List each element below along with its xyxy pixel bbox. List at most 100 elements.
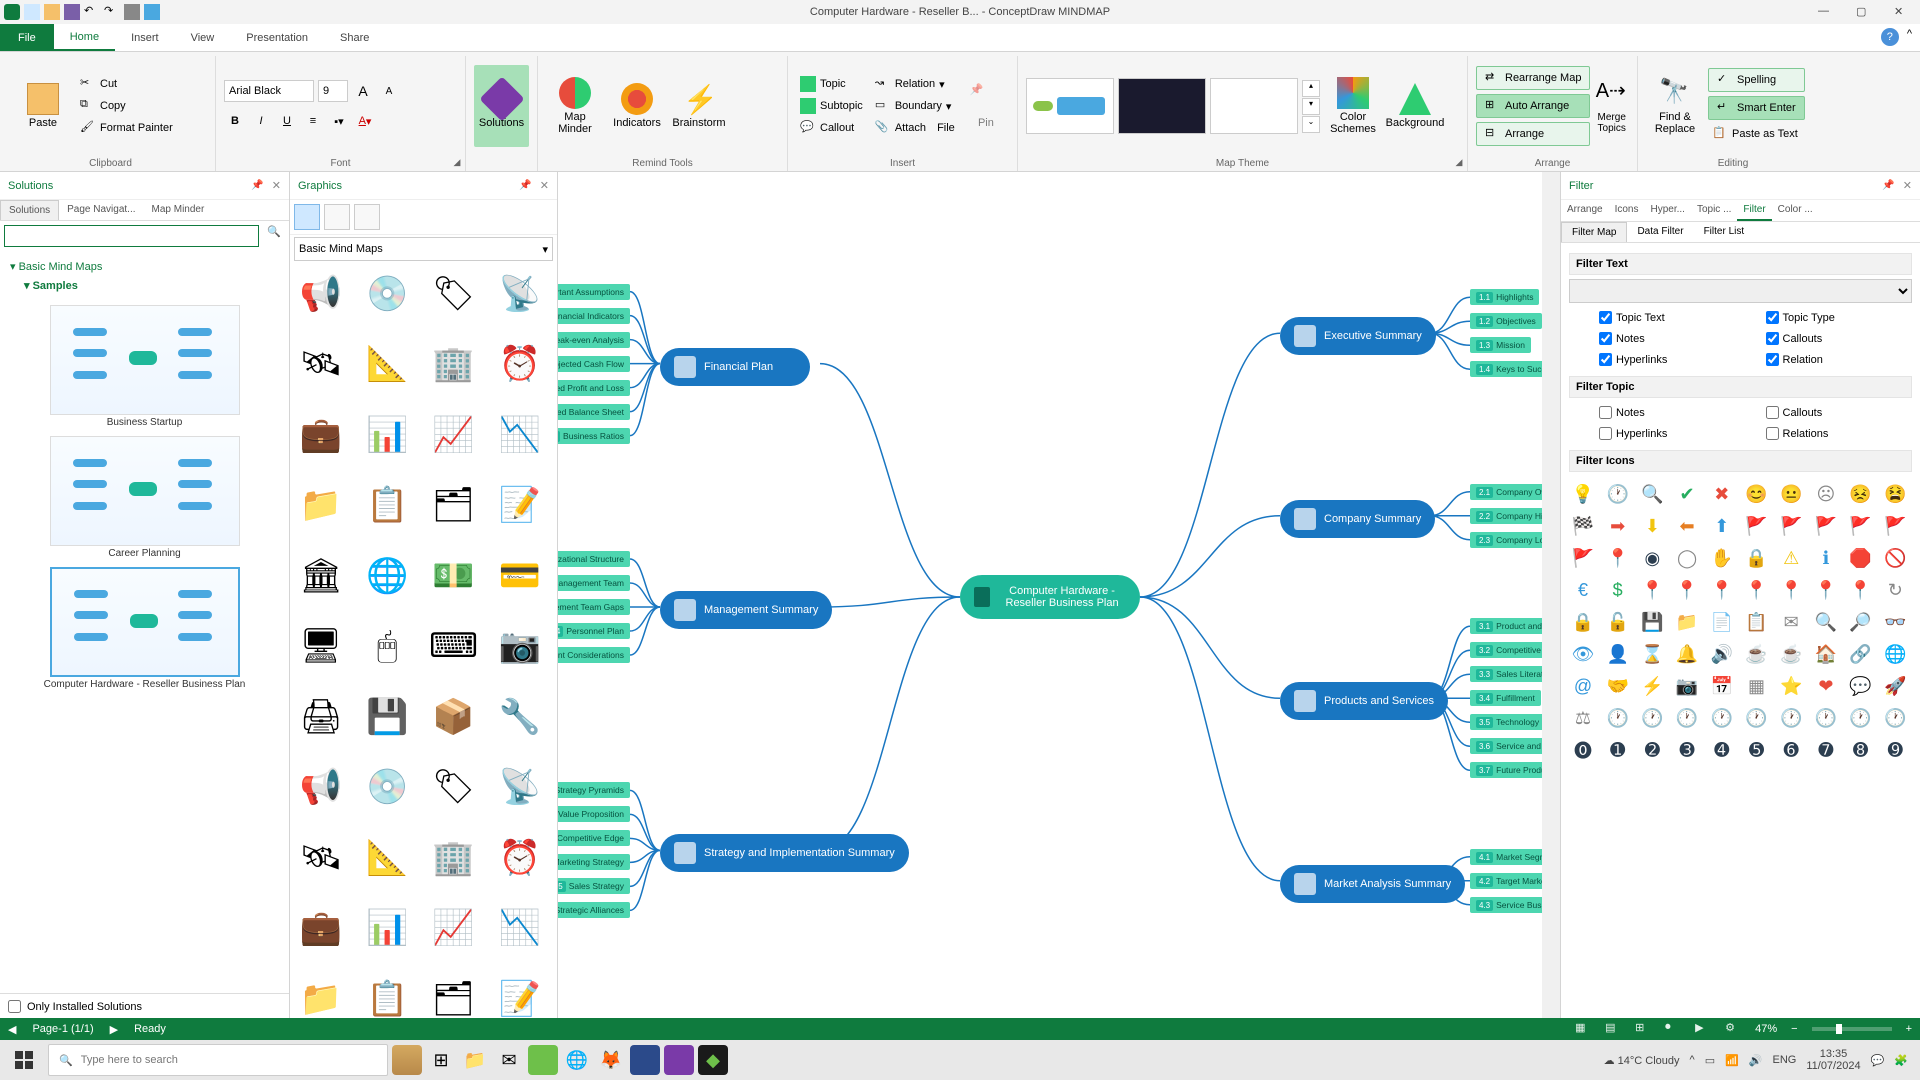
map-main-node[interactable]: Market Analysis Summary — [1280, 865, 1465, 903]
paste-as-text-button[interactable]: 📋Paste as Text — [1708, 124, 1805, 144]
view-mode-icon[interactable]: ▤ — [1605, 1021, 1621, 1037]
filter-icon-item[interactable]: 🕐 — [1604, 704, 1632, 732]
clipart-item[interactable]: 📢 — [294, 267, 348, 321]
filter-icon-item[interactable]: ➑ — [1847, 736, 1875, 764]
theme-dialog-launcher[interactable]: ◢ — [1453, 157, 1465, 169]
close-panel-icon[interactable]: ✕ — [1903, 179, 1912, 192]
map-sub-node[interactable]: 5.5Sales Strategy — [558, 878, 630, 894]
map-sub-node[interactable]: 6.5Other Management Considerations — [558, 647, 630, 663]
filter-icon-item[interactable]: ☕ — [1777, 640, 1805, 668]
filter-checkbox[interactable]: Callouts — [1766, 406, 1883, 419]
filter-icon-item[interactable]: 🏠 — [1812, 640, 1840, 668]
filter-icon-item[interactable]: 🔍 — [1812, 608, 1840, 636]
close-panel-icon[interactable]: ✕ — [540, 179, 549, 192]
gallery-down-icon[interactable]: ▾ — [1302, 98, 1320, 115]
filter-icon-item[interactable]: 🔔 — [1673, 640, 1701, 668]
bold-button[interactable]: B — [224, 110, 246, 132]
next-page-icon[interactable]: ▶ — [110, 1023, 118, 1036]
map-sub-node[interactable]: 7.2Key Financial Indicators — [558, 308, 630, 324]
clipart-item[interactable]: 📊 — [360, 901, 414, 955]
zoom-slider[interactable] — [1812, 1027, 1892, 1031]
filter-icon-item[interactable]: ◯ — [1673, 544, 1701, 572]
filter-icon-item[interactable]: 🕐 — [1673, 704, 1701, 732]
map-main-node[interactable]: Company Summary — [1280, 500, 1435, 538]
arrange-button[interactable]: ⊟Arrange — [1476, 122, 1590, 146]
clipart-item[interactable]: 🏷 — [427, 760, 481, 814]
filter-icon-item[interactable]: ✉ — [1777, 608, 1805, 636]
clipart-item[interactable]: 📉 — [493, 901, 547, 955]
minimize-icon[interactable]: — — [1818, 5, 1832, 19]
filter-icon-item[interactable]: ✔ — [1673, 480, 1701, 508]
cut-button[interactable]: ✂Cut — [76, 74, 177, 94]
map-sub-node[interactable]: 6.1Organizational Structure — [558, 551, 630, 567]
filter-icon-item[interactable]: @ — [1569, 672, 1597, 700]
gfx-view-list[interactable] — [324, 204, 350, 230]
filter-icon-item[interactable]: ⌛ — [1638, 640, 1666, 668]
filter-icon-item[interactable]: ➎ — [1743, 736, 1771, 764]
filter-icon-item[interactable]: 🌐 — [1881, 640, 1909, 668]
clipart-item[interactable]: 💼 — [294, 408, 348, 462]
tree-root[interactable]: ▾ Basic Mind Maps — [10, 257, 279, 276]
clipart-item[interactable]: 💾 — [360, 690, 414, 744]
taskbar-app[interactable] — [528, 1045, 558, 1075]
maximize-icon[interactable]: ▢ — [1856, 5, 1870, 19]
filter-icon-item[interactable]: ➍ — [1708, 736, 1736, 764]
taskbar-search[interactable]: 🔍Type here to search — [48, 1044, 388, 1076]
font-size-combo[interactable] — [318, 80, 348, 102]
weather-widget[interactable]: ☁ 14°C Cloudy — [1604, 1054, 1680, 1067]
theme-item[interactable] — [1026, 78, 1114, 134]
undo-icon[interactable]: ↶ — [84, 4, 100, 20]
filter-icon-item[interactable]: 🔊 — [1708, 640, 1736, 668]
align-button[interactable]: ≡ — [302, 110, 324, 132]
gear-icon[interactable]: ⚙ — [1725, 1021, 1741, 1037]
firefox-icon[interactable]: 🦊 — [596, 1045, 626, 1075]
map-sub-node[interactable]: 7.6Projected Balance Sheet — [558, 404, 630, 420]
filter-icon-item[interactable]: ⬆ — [1708, 512, 1736, 540]
filter-checkbox[interactable]: Notes — [1599, 332, 1716, 345]
filter-icon-item[interactable]: ◉ — [1638, 544, 1666, 572]
clipart-item[interactable]: 📈 — [427, 901, 481, 955]
filter-icon-item[interactable]: 🔍 — [1638, 480, 1666, 508]
map-main-node[interactable]: Products and Services — [1280, 682, 1448, 720]
map-sub-node[interactable]: 6.4Personnel Plan — [558, 623, 630, 639]
gallery-more-icon[interactable]: ⌄ — [1302, 116, 1320, 133]
only-installed-checkbox[interactable] — [8, 1000, 21, 1013]
filter-icon-item[interactable]: 😐 — [1777, 480, 1805, 508]
filter-icon-item[interactable]: ▦ — [1743, 672, 1771, 700]
filter-checkbox[interactable]: Relations — [1766, 427, 1883, 440]
highlight-button[interactable]: ▪▾ — [328, 110, 350, 132]
file-menu[interactable]: File — [0, 24, 54, 51]
filter-icon-item[interactable]: 👁 — [1569, 640, 1597, 668]
save-icon[interactable] — [64, 4, 80, 20]
filter-icon-item[interactable]: 🕐 — [1777, 704, 1805, 732]
grow-font-icon[interactable]: A — [352, 80, 374, 102]
clipart-item[interactable]: 🌐 — [360, 549, 414, 603]
notifications-icon[interactable]: 💬 — [1871, 1054, 1885, 1067]
filter-icon-item[interactable]: ⬇ — [1638, 512, 1666, 540]
clipart-item[interactable]: 🏷 — [427, 267, 481, 321]
clipart-item[interactable]: 📦 — [427, 690, 481, 744]
auto-arrange-button[interactable]: ⊞Auto Arrange — [1476, 94, 1590, 118]
filter-icon-item[interactable]: ✋ — [1708, 544, 1736, 572]
page-nav-tab[interactable]: Page Navigat... — [59, 200, 143, 220]
map-sub-node[interactable]: 7.3Break-even Analysis — [558, 332, 630, 348]
filter-icon-item[interactable]: ➊ — [1604, 736, 1632, 764]
solutions-tab[interactable]: Solutions — [0, 200, 59, 220]
tab-view[interactable]: View — [175, 24, 231, 51]
clipart-item[interactable]: ⌨ — [427, 619, 481, 673]
filter-icon-item[interactable]: ➡ — [1604, 512, 1632, 540]
filter-tab[interactable]: Hyper... — [1644, 200, 1690, 221]
filter-icon-item[interactable]: 🏁 — [1569, 512, 1597, 540]
filter-icon-item[interactable]: 🕐 — [1847, 704, 1875, 732]
redo-icon[interactable]: ↷ — [104, 4, 120, 20]
filter-tab[interactable]: Filter — [1737, 200, 1771, 221]
map-minder-button[interactable]: Map Minder — [546, 65, 604, 147]
filter-icon-item[interactable]: 😣 — [1847, 480, 1875, 508]
tray-chevron-icon[interactable]: ^ — [1690, 1054, 1695, 1066]
solutions-search-input[interactable] — [4, 225, 259, 247]
filter-icon-item[interactable]: $ — [1604, 576, 1632, 604]
map-sub-node[interactable]: 7.7Business Ratios — [558, 428, 630, 444]
font-color-button[interactable]: A▾ — [354, 110, 376, 132]
filter-icon-item[interactable]: 🚫 — [1881, 544, 1909, 572]
filter-icon-item[interactable]: 🚩 — [1777, 512, 1805, 540]
